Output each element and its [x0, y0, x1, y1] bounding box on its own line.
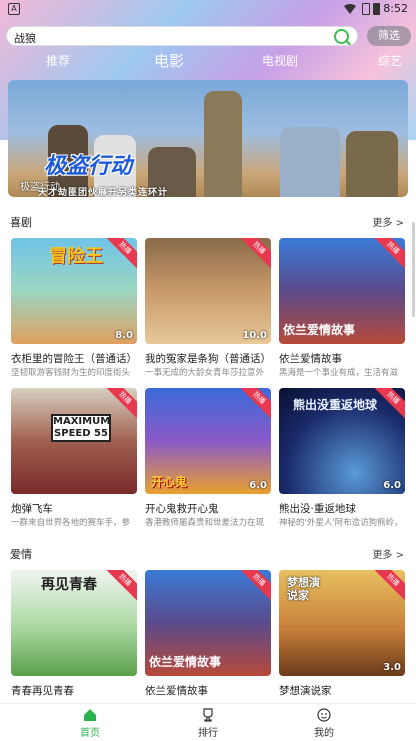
nav-label: 排行	[198, 728, 218, 739]
hot-badge: 热播	[102, 570, 137, 603]
nav-label: 我的	[314, 728, 334, 739]
poster-image: 再见青春 热播	[11, 570, 137, 676]
tab-recommend[interactable]: 推荐	[46, 52, 70, 69]
section-header-comedy: 喜剧 更多 >	[10, 214, 406, 230]
tab-movie[interactable]: 电影	[154, 50, 184, 71]
movie-description: 坚韧取游客钱财为生的印度街头	[11, 368, 131, 378]
poster-text: 依兰爱情故事	[283, 323, 356, 337]
rating-score: 6.0	[383, 480, 401, 491]
hot-badge: 热播	[236, 238, 271, 271]
movie-description: 一事无成的大龄女青年莎拉意外	[145, 368, 265, 378]
poster-text: 开心鬼	[151, 475, 188, 489]
tab-variety[interactable]: 综艺	[378, 52, 402, 69]
poster-text: MAXIMUM SPEED 55	[51, 414, 111, 442]
profile-icon	[317, 708, 331, 722]
rating-score: 6.0	[249, 480, 267, 491]
hot-badge: 热播	[236, 388, 271, 421]
app-notification-icon: A	[8, 3, 20, 15]
poster-image: 熊出没重返地球 热播 6.0	[279, 388, 405, 494]
rating-score: 10.0	[242, 330, 267, 341]
trophy-icon	[203, 708, 213, 722]
nav-home[interactable]: 首页	[60, 708, 120, 739]
movie-title: 我的冤家是条狗（普通话）	[145, 353, 271, 365]
poster-image: 梦想演说家 热播 3.0	[279, 570, 405, 676]
more-link[interactable]: 更多 >	[372, 546, 404, 561]
rating-score: 3.0	[383, 662, 401, 673]
poster-text: 熊出没重返地球	[293, 398, 378, 412]
nav-label: 首页	[80, 728, 100, 739]
wifi-icon	[344, 4, 356, 14]
section-title: 爱情	[10, 548, 32, 561]
movie-description: 神秘的'外星人'阿布造访狗熊岭，	[279, 518, 403, 528]
search-icon[interactable]	[334, 29, 349, 44]
scrollbar[interactable]	[412, 222, 415, 317]
poster-text: 依兰爱情故事	[149, 655, 222, 669]
movie-title: 梦想演说家	[279, 685, 332, 697]
search-value: 战狼	[14, 32, 36, 45]
nav-ranking[interactable]: 排行	[178, 708, 238, 739]
poster-image: 依兰爱情故事 热播	[145, 570, 271, 676]
status-bar: A 8:52	[0, 0, 416, 20]
movie-description: 黑海是一个事业有成，生活有滋	[279, 368, 399, 378]
search-input[interactable]: 战狼	[6, 26, 358, 46]
filter-button[interactable]: 筛选	[367, 26, 411, 46]
movie-title: 开心鬼救开心鬼	[145, 503, 219, 515]
poster-image: 热播 10.0	[145, 238, 271, 344]
movie-description: 香港教师屡森贵和世差法力在现	[145, 518, 265, 528]
sim-icon	[362, 3, 370, 15]
featured-banner[interactable]: 极盗行动 极盗行动 天才劫匪团伙展开另类连环计	[8, 80, 408, 197]
banner-figure	[280, 127, 340, 197]
tab-tv-series[interactable]: 电视剧	[262, 52, 298, 69]
battery-icon	[373, 3, 380, 15]
poster-image: MAXIMUM SPEED 55 热播	[11, 388, 137, 494]
banner-figure	[204, 91, 242, 197]
movie-title: 衣柜里的冒险王（普通话）	[11, 353, 137, 365]
poster-text: 再见青春	[41, 577, 97, 593]
banner-figure	[346, 131, 398, 197]
movie-description: 一群来自世界各地的赛车手，参	[11, 518, 131, 528]
poster-text: 梦想演说家	[287, 576, 320, 602]
movie-title: 青春再见青春	[11, 685, 74, 697]
section-title: 喜剧	[10, 216, 32, 229]
hot-badge: 热播	[236, 570, 271, 603]
movie-title: 依兰爱情故事	[279, 353, 342, 365]
more-link[interactable]: 更多 >	[372, 214, 404, 229]
section-header-romance: 爱情 更多 >	[10, 546, 406, 562]
category-tabs: 推荐 电影 电视剧 综艺	[0, 52, 416, 74]
poster-text: 冒险王	[49, 246, 103, 267]
home-icon	[84, 709, 96, 721]
rating-score: 8.0	[115, 330, 133, 341]
poster-image: 开心鬼 热播 6.0	[145, 388, 271, 494]
banner-title: 极盗行动	[44, 154, 133, 179]
clock: 8:52	[383, 2, 408, 15]
nav-profile[interactable]: 我的	[294, 708, 354, 739]
movie-title: 熊出没·重返地球	[279, 503, 356, 515]
poster-image: 冒险王 热播 8.0	[11, 238, 137, 344]
hot-badge: 热播	[102, 238, 137, 271]
bottom-navigation: 首页 排行 我的	[0, 703, 416, 741]
hot-badge: 热播	[370, 570, 405, 603]
poster-image: 依兰爱情故事 热播	[279, 238, 405, 344]
movie-title: 依兰爱情故事	[145, 685, 208, 697]
movie-title: 炮弹飞车	[11, 503, 53, 515]
banner-caption: 天才劫匪团伙展开另类连环计	[38, 188, 169, 197]
hot-badge: 热播	[370, 238, 405, 271]
